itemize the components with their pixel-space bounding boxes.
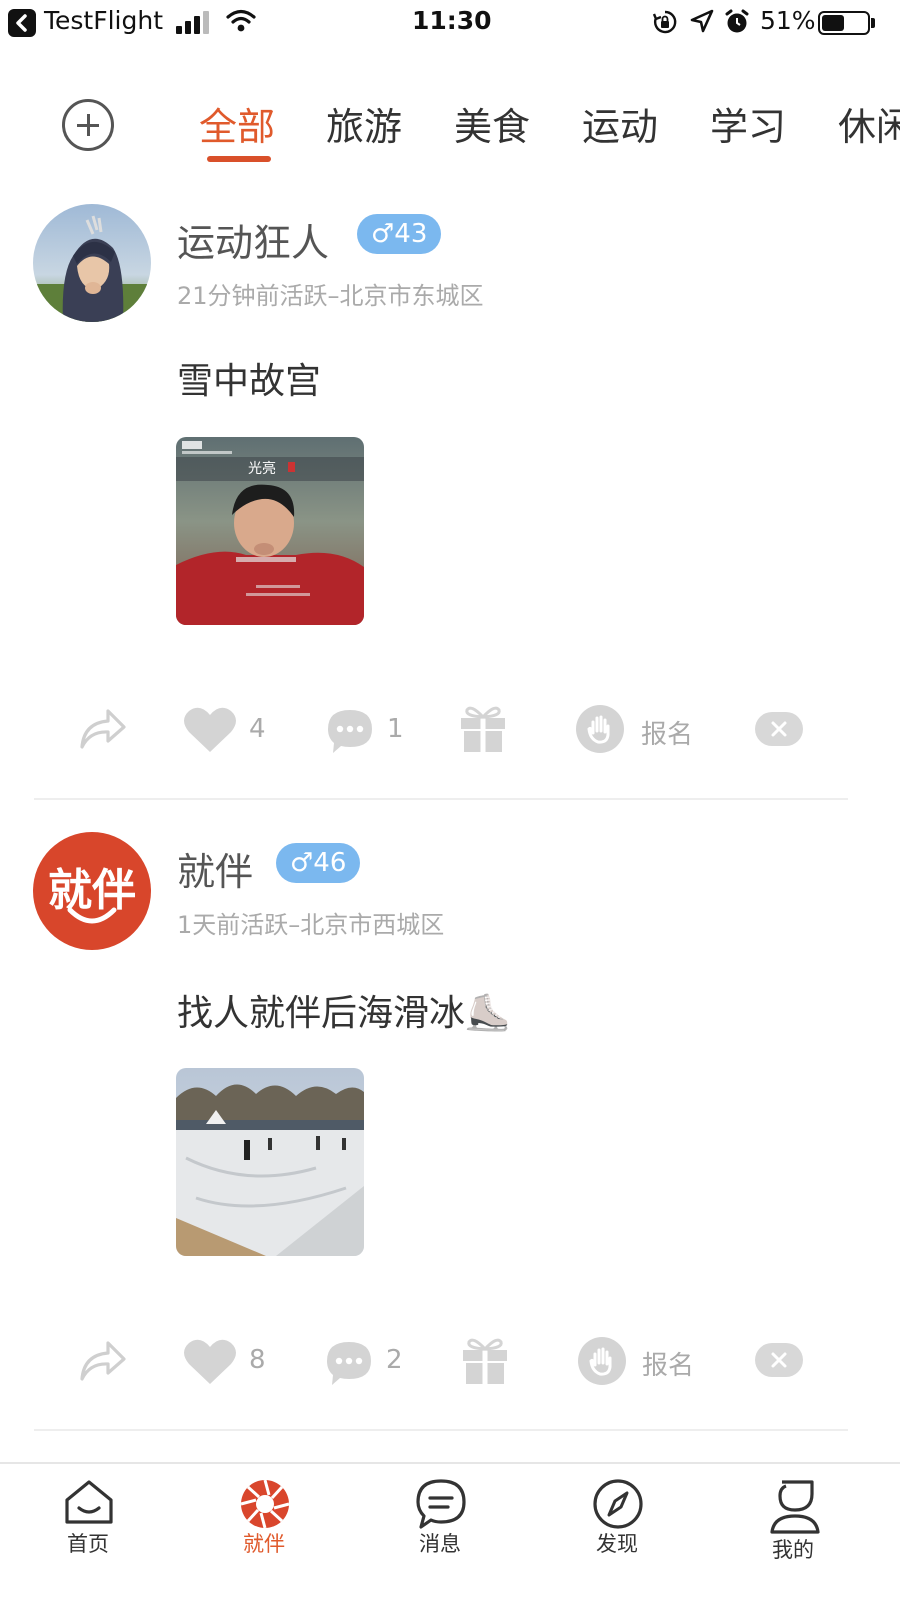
raise-hand-icon[interactable]	[578, 1337, 626, 1389]
tab-all[interactable]: 全部	[199, 96, 275, 151]
nav-jiuban[interactable]: 就伴	[204, 1464, 324, 1602]
post-photo	[176, 1068, 364, 1256]
avatar-photo	[33, 204, 151, 322]
tab-leisure[interactable]: 休闲	[838, 96, 900, 151]
nav-messages-label: 消息	[419, 1532, 461, 1556]
nav-home-label: 首页	[67, 1532, 109, 1556]
like-heart-icon[interactable]	[183, 1338, 237, 1390]
post-username[interactable]: 就伴	[177, 841, 253, 896]
wifi-icon	[226, 8, 256, 41]
message-icon	[416, 1479, 466, 1529]
signup-label[interactable]: 报名	[641, 714, 693, 751]
gender-age-badge: ♂46	[276, 843, 361, 883]
battery-cap	[871, 18, 875, 28]
signup-label[interactable]: 报名	[642, 1345, 694, 1382]
nav-home[interactable]: 首页	[28, 1464, 148, 1602]
tab-study[interactable]: 学习	[710, 96, 786, 151]
post-divider	[34, 1429, 848, 1431]
post-meta: 21分钟前活跃–北京市东城区	[177, 282, 484, 310]
active-tab-indicator	[207, 156, 271, 162]
battery-percent: 51%	[760, 6, 816, 35]
post-divider	[34, 798, 848, 800]
tab-travel[interactable]: 旅游	[326, 96, 402, 151]
post-username[interactable]: 运动狂人	[177, 212, 329, 267]
post-meta: 1天前活跃–北京市西城区	[177, 911, 445, 939]
battery-level-fill	[822, 15, 845, 31]
post-image[interactable]: 光亮	[176, 437, 364, 625]
logo-smile	[67, 907, 117, 924]
gender-age-badge: ♂43	[357, 214, 442, 254]
location-arrow-icon	[690, 9, 714, 42]
share-icon[interactable]	[78, 707, 128, 755]
like-heart-icon[interactable]	[183, 706, 237, 758]
status-bar: TestFlight 11:30 51%	[0, 0, 900, 46]
comment-icon[interactable]	[324, 1339, 374, 1391]
nav-profile-label: 我的	[772, 1538, 814, 1562]
post-photo: 光亮	[176, 437, 364, 625]
compass-icon	[593, 1479, 643, 1529]
tab-sports[interactable]: 运动	[582, 96, 658, 151]
signal-icon	[176, 10, 212, 41]
status-app-name[interactable]: TestFlight	[44, 6, 163, 35]
back-to-app-icon[interactable]	[8, 9, 36, 37]
nav-messages[interactable]: 消息	[380, 1464, 500, 1602]
comment-icon[interactable]	[325, 707, 375, 759]
aperture-icon	[240, 1479, 290, 1529]
dismiss-post-icon[interactable]	[755, 712, 803, 750]
category-tabs: 全部 旅游 美食 运动 学习 休闲	[0, 96, 900, 156]
gift-icon[interactable]	[459, 702, 507, 758]
bottom-nav: 首页 就伴 消息 发现 我的	[0, 1462, 900, 1600]
dismiss-post-icon[interactable]	[755, 1343, 803, 1381]
status-time: 11:30	[412, 6, 492, 35]
raise-hand-icon[interactable]	[576, 705, 624, 757]
rotation-lock-icon	[652, 9, 678, 42]
like-count: 8	[249, 1345, 266, 1375]
user-avatar-logo[interactable]: 就伴	[33, 832, 151, 950]
nav-discover[interactable]: 发现	[557, 1464, 677, 1602]
svg-text:光亮: 光亮	[248, 460, 276, 477]
profile-icon	[770, 1480, 820, 1534]
gift-icon[interactable]	[461, 1334, 509, 1390]
comment-count: 2	[386, 1345, 403, 1375]
user-avatar[interactable]	[33, 204, 151, 322]
tab-food[interactable]: 美食	[454, 96, 530, 151]
like-count: 4	[249, 714, 266, 744]
post-image[interactable]	[176, 1068, 364, 1256]
comment-count: 1	[387, 714, 404, 744]
nav-profile[interactable]: 我的	[733, 1464, 853, 1602]
alarm-icon	[724, 8, 750, 43]
nav-jiuban-label: 就伴	[243, 1532, 285, 1556]
post-text: 雪中故宫	[177, 361, 322, 402]
post-text: 找人就伴后海滑冰⛸️	[177, 993, 510, 1034]
nav-discover-label: 发现	[596, 1532, 638, 1556]
share-icon[interactable]	[78, 1339, 128, 1387]
home-icon	[65, 1480, 113, 1524]
battery-icon	[818, 11, 870, 35]
